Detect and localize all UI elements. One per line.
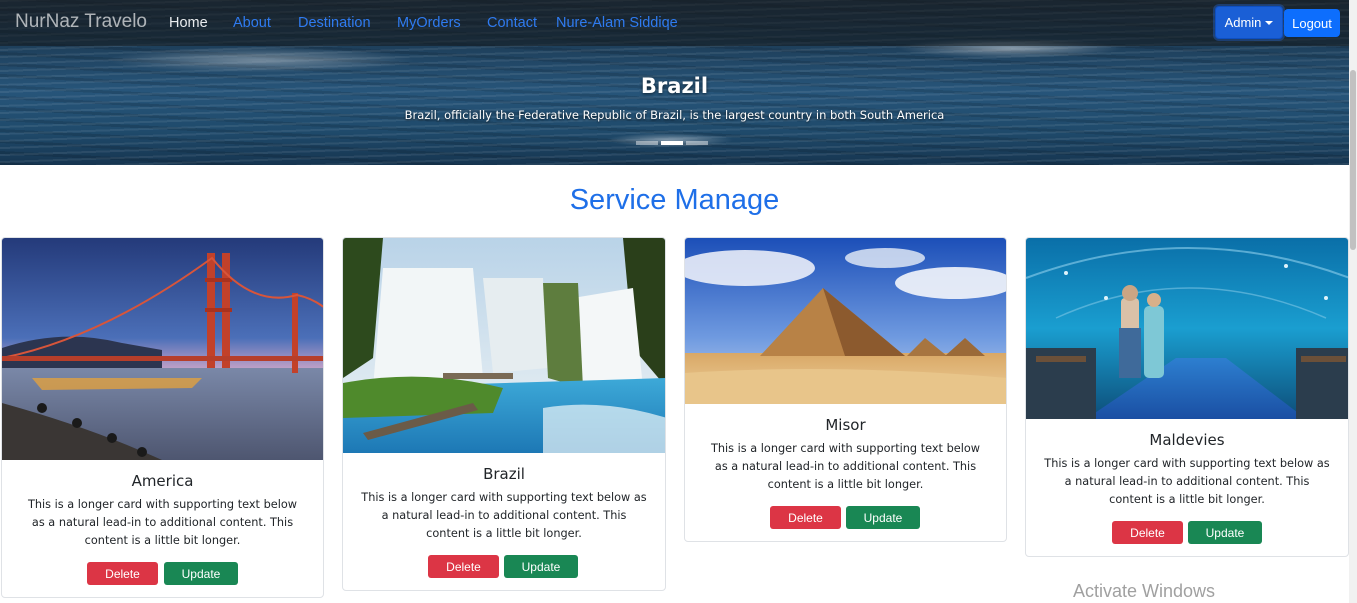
card-text: This is a longer card with supporting te… [27,498,297,547]
page-scrollbar[interactable] [1349,0,1357,603]
card-text: This is a longer card with supporting te… [361,491,647,540]
carousel-indicator-3[interactable] [686,141,708,145]
caret-down-icon [1265,20,1274,25]
admin-dropdown-button[interactable]: Admin [1215,6,1283,39]
underwater-tunnel-photo [1026,238,1348,419]
nav-contact[interactable]: Contact [487,15,537,31]
service-card-brazil: Brazil This is a longer card with suppor… [342,237,666,591]
service-card-america: America This is a longer card with suppo… [1,237,324,598]
carousel-indicators [636,141,708,145]
card-title: Misor [825,416,866,434]
hero-text: Brazil, officially the Federative Republ… [404,108,945,122]
scrollbar-thumb[interactable] [1350,70,1356,250]
update-button[interactable]: Update [164,562,238,585]
nav-user-name[interactable]: Nure-Alam Siddiqe [556,15,678,31]
hero-title: Brazil [640,74,709,98]
card-title: America [131,472,194,490]
brand-logo[interactable]: NurNaz Travelo [15,11,147,33]
navbar: NurNaz Travelo Home About Destination My… [0,0,1349,46]
nav-myorders[interactable]: MyOrders [397,15,461,31]
card-title: Brazil [483,465,525,483]
delete-button[interactable]: Delete [770,506,841,529]
update-button[interactable]: Update [504,555,578,578]
carousel-indicator-2[interactable] [661,141,683,145]
update-button[interactable]: Update [1188,521,1262,544]
carousel-indicator-1[interactable] [636,141,658,145]
update-button[interactable]: Update [846,506,920,529]
service-card-misor: Misor This is a longer card with support… [684,237,1007,542]
nav-destination[interactable]: Destination [298,15,371,31]
golden-gate-bridge-photo [2,238,323,460]
activate-windows-watermark: Activate Windows [1073,581,1216,601]
waterfall-photo [343,238,665,453]
delete-button[interactable]: Delete [87,562,158,585]
card-text: This is a longer card with supporting te… [1044,457,1330,506]
nav-about[interactable]: About [233,15,271,31]
admin-label: Admin [1224,15,1262,30]
card-text: This is a longer card with supporting te… [710,442,980,491]
pyramid-photo [685,238,1006,404]
delete-button[interactable]: Delete [1112,521,1183,544]
page-title: Service Manage [569,184,780,216]
delete-button[interactable]: Delete [428,555,499,578]
service-card-maldevies: Maldevies This is a longer card with sup… [1025,237,1349,557]
card-title: Maldevies [1149,431,1225,449]
logout-button[interactable]: Logout [1284,9,1340,37]
nav-home[interactable]: Home [169,15,208,31]
